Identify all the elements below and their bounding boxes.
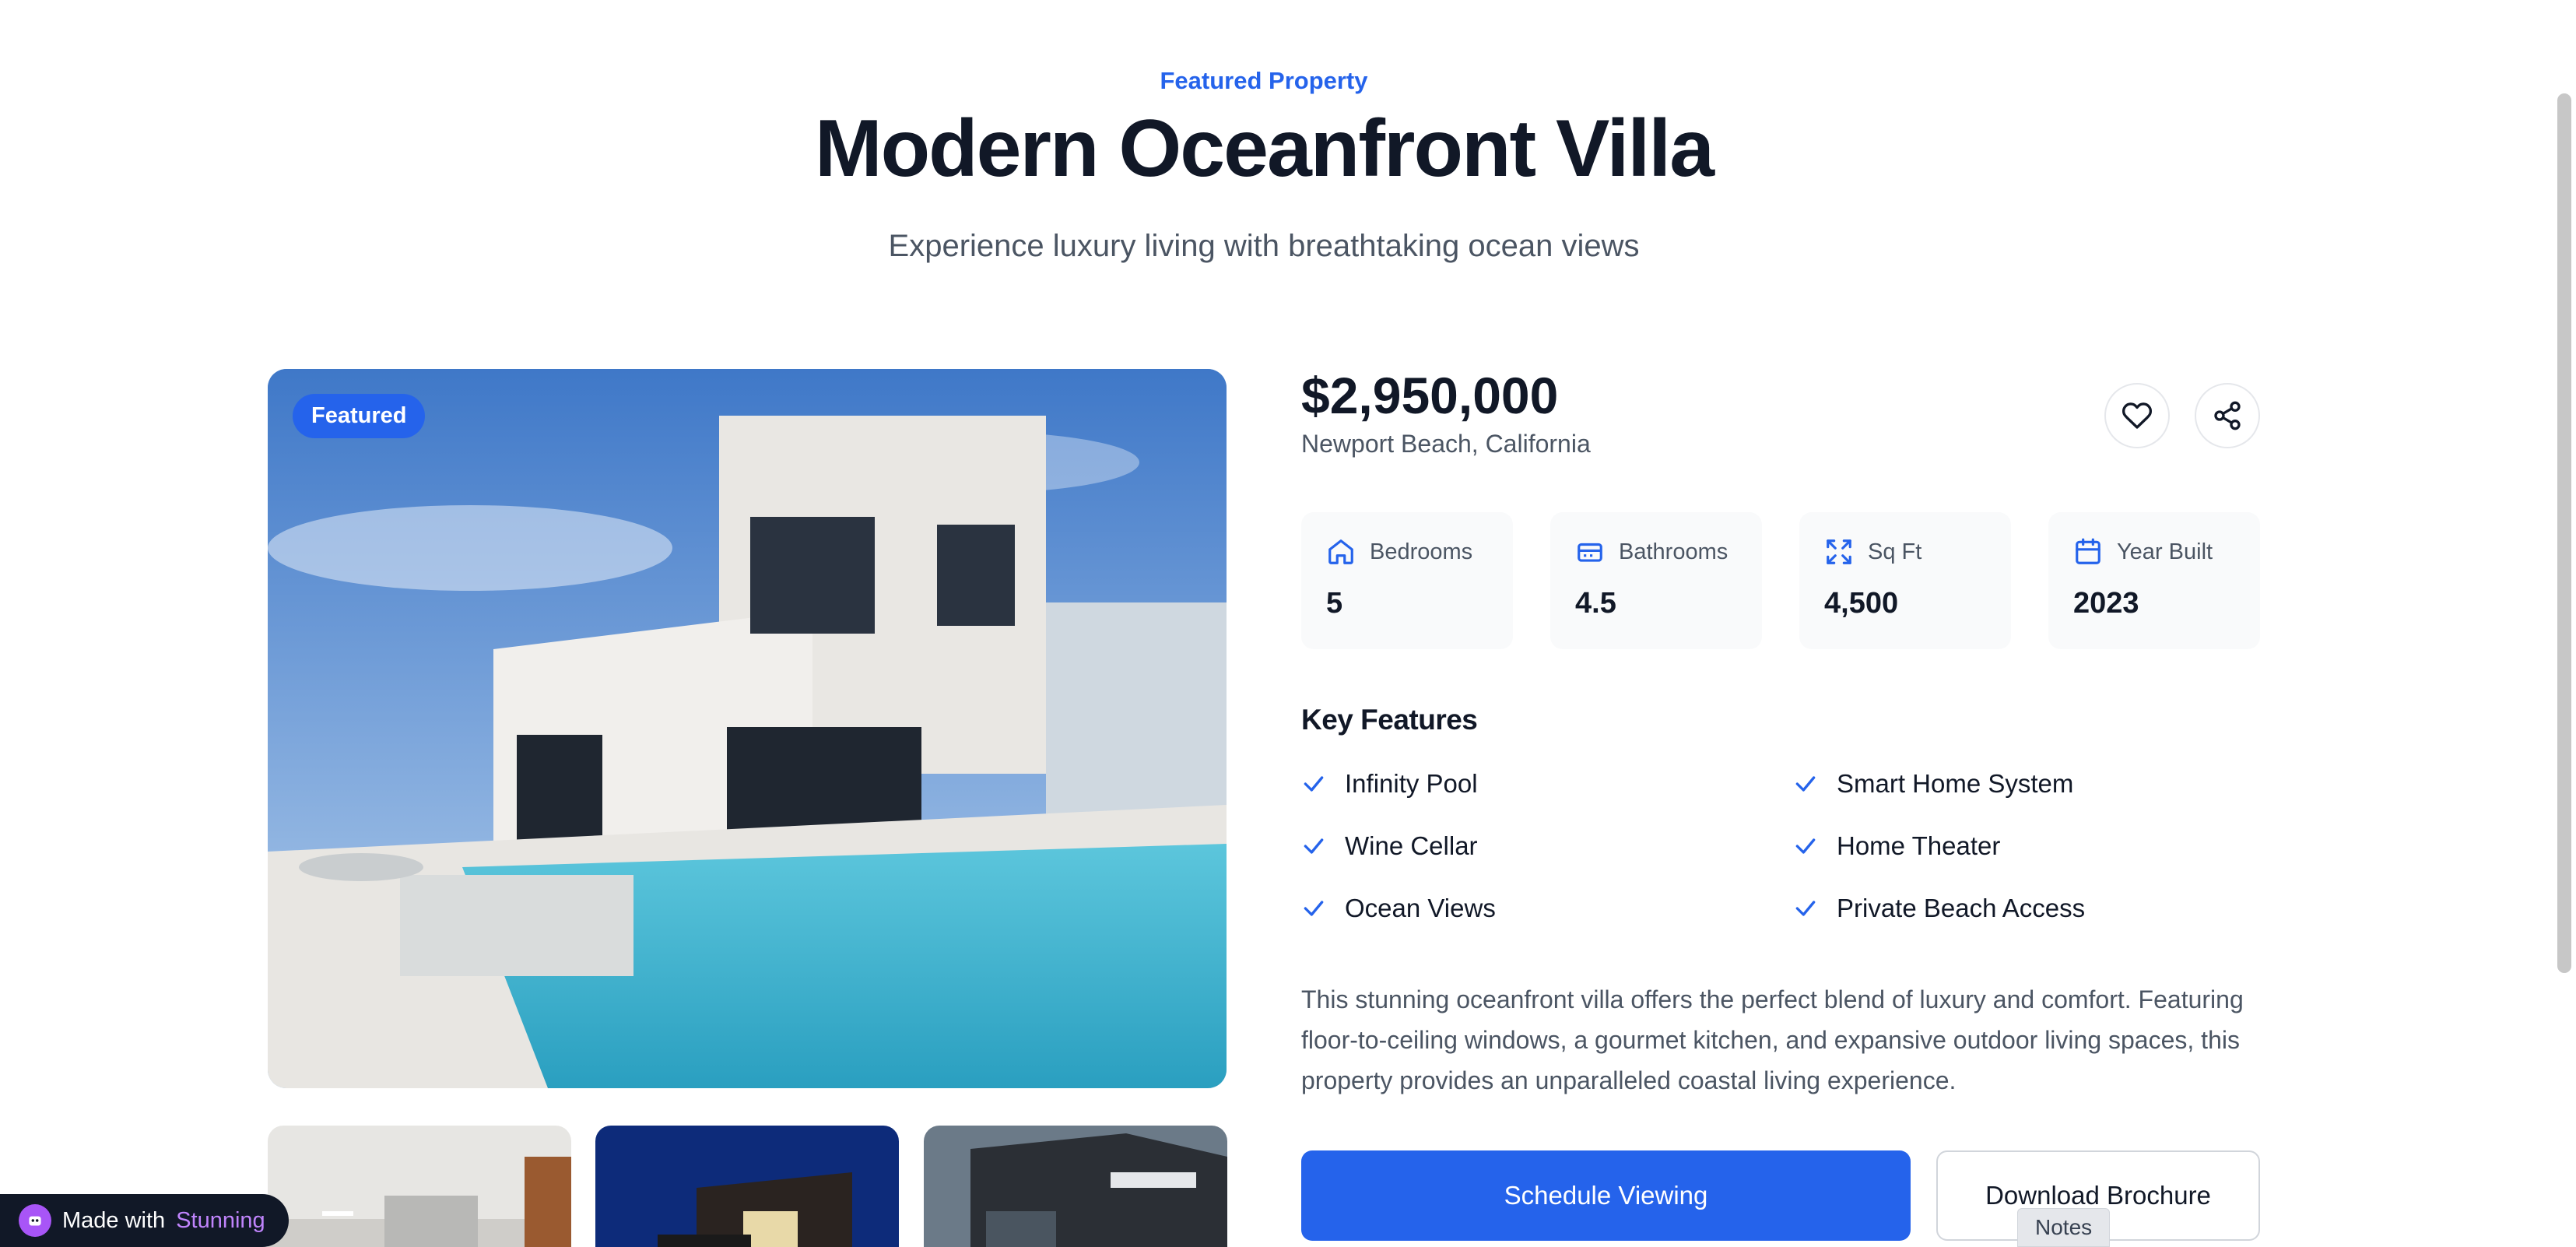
feature-item: Private Beach Access (1793, 894, 2085, 923)
check-icon (1304, 901, 1324, 916)
feature-item: Ocean Views (1301, 894, 1496, 923)
stat-label: Bedrooms (1370, 539, 1473, 564)
bath-icon (1578, 543, 1602, 562)
share-icon (2214, 401, 2241, 430)
made-with-label: Made with (62, 1207, 166, 1233)
share-button[interactable] (2195, 383, 2260, 448)
property-page: Featured Property Modern Oceanfront Vill… (0, 0, 2576, 1247)
schedule-viewing-button[interactable]: Schedule Viewing (1301, 1150, 1911, 1241)
stat-value: 2023 (2073, 587, 2139, 620)
check-icon (1795, 838, 1816, 854)
stunning-logo-icon (19, 1204, 51, 1237)
key-features-title: Key Features (1301, 704, 1478, 736)
feature-label: Wine Cellar (1345, 831, 1478, 860)
thumbnail-3[interactable] (924, 1126, 1227, 1247)
made-with-badge[interactable]: Made with Stunning (0, 1194, 289, 1247)
stat-value: 4,500 (1824, 587, 1899, 620)
villa-photo (268, 369, 1227, 1088)
page-subtitle: Experience luxury living with breathtaki… (888, 229, 1640, 263)
thumbnail-1[interactable] (268, 1126, 571, 1247)
property-description: This stunning oceanfront villa offers th… (1301, 985, 2244, 1094)
stat-sqft: Sq Ft 4,500 (1799, 512, 2011, 649)
modern-facade-photo (924, 1126, 1227, 1247)
stat-bedrooms: Bedrooms 5 (1301, 512, 1513, 649)
interior-photo (268, 1126, 571, 1247)
stat-label: Sq Ft (1868, 539, 1922, 564)
logo-face-icon (29, 1216, 41, 1226)
stat-value: 4.5 (1575, 587, 1616, 620)
feature-label: Home Theater (1837, 831, 2001, 860)
notes-tab[interactable]: Notes (2017, 1208, 2111, 1247)
stat-year-built: Year Built 2023 (2048, 512, 2260, 649)
check-icon (1795, 776, 1816, 792)
page-scrollbar[interactable] (2557, 93, 2571, 973)
heart-icon (2122, 402, 2153, 429)
hero-image[interactable]: Featured (268, 369, 1227, 1088)
favorite-button[interactable] (2104, 383, 2170, 448)
feature-label: Smart Home System (1837, 769, 2074, 798)
thumbnail-2[interactable] (595, 1126, 899, 1247)
feature-item: Infinity Pool (1301, 769, 1478, 799)
price: $2,950,000 (1301, 367, 1559, 424)
stat-bathrooms: Bathrooms 4.5 (1550, 512, 1762, 649)
location: Newport Beach, California (1301, 430, 1591, 458)
page-title: Modern Oceanfront Villa (814, 104, 1714, 194)
feature-item: Wine Cellar (1301, 831, 1478, 861)
feature-label: Infinity Pool (1345, 769, 1478, 798)
feature-label: Private Beach Access (1837, 894, 2086, 922)
calendar-icon (2076, 538, 2100, 564)
exterior-night-photo (595, 1126, 899, 1247)
stat-label: Bathrooms (1619, 539, 1728, 564)
featured-badge: Featured (293, 394, 426, 438)
stat-value: 5 (1326, 587, 1343, 620)
feature-item: Home Theater (1793, 831, 2000, 861)
stat-label: Year Built (2117, 539, 2213, 564)
check-icon (1304, 776, 1324, 792)
check-icon (1304, 838, 1324, 854)
expand-icon (1827, 539, 1851, 564)
made-with-brand: Stunning (176, 1207, 265, 1233)
home-icon (1328, 539, 1353, 564)
feature-label: Ocean Views (1345, 894, 1496, 922)
check-icon (1795, 901, 1816, 916)
feature-item: Smart Home System (1793, 769, 2073, 799)
eyebrow-label: Featured Property (1160, 67, 1368, 94)
